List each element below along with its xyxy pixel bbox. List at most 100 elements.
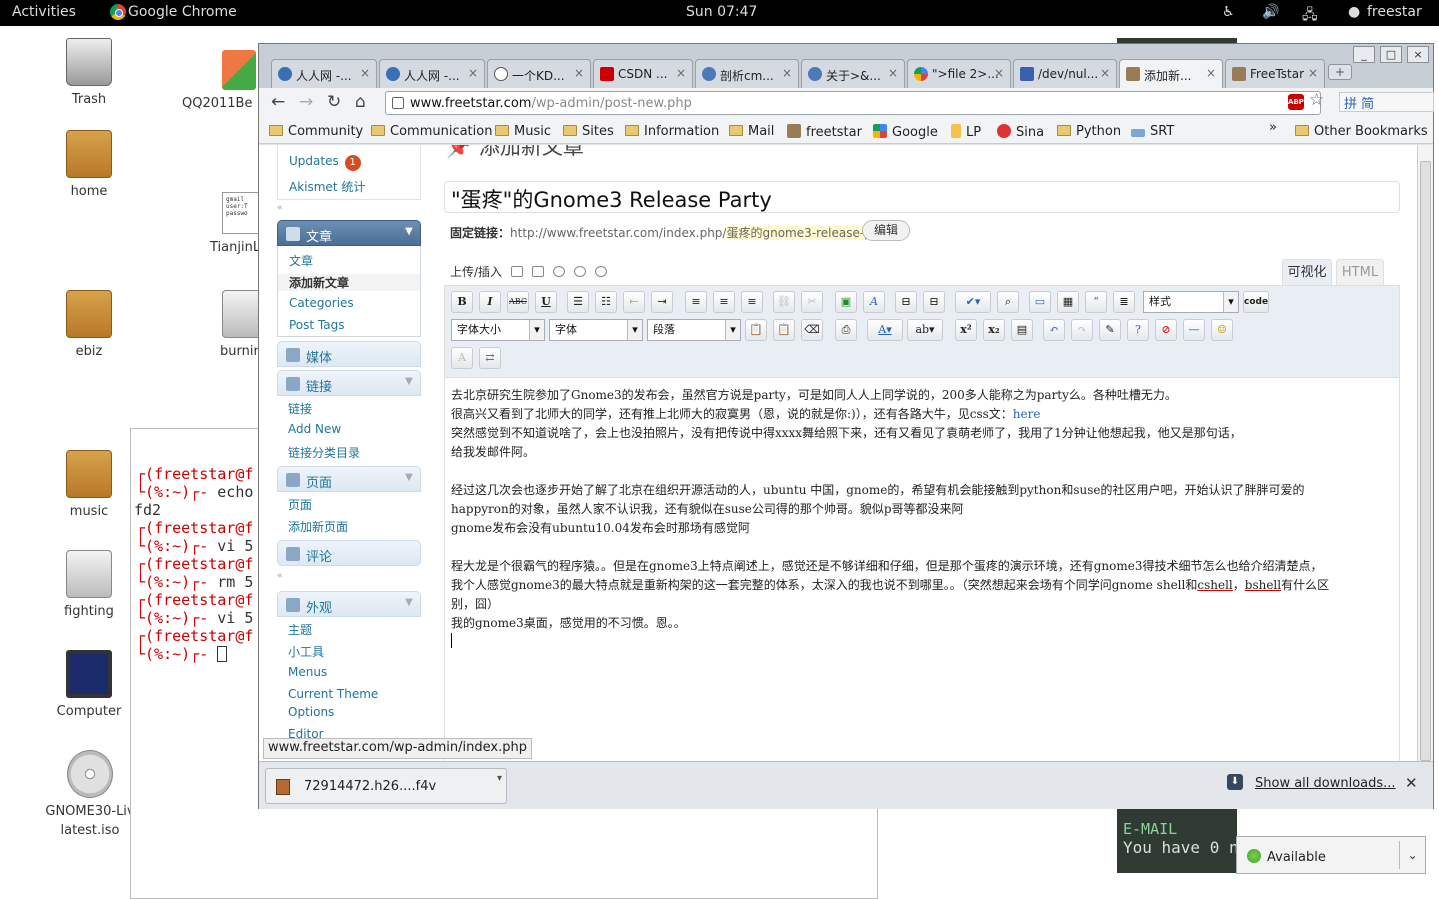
close-tab-icon[interactable]: ×	[1206, 66, 1216, 80]
bullet-list-icon[interactable]: ☰	[567, 291, 589, 313]
font-family-select[interactable]: 字体	[549, 319, 643, 341]
menu-updates[interactable]: Updates 1	[289, 154, 361, 171]
submenu-item[interactable]: Categories	[289, 296, 354, 310]
menu-akismet[interactable]: Akismet 统计	[289, 178, 365, 195]
close-window-button[interactable]: ×	[1407, 46, 1429, 63]
tab-active[interactable]: 添加新... ×	[1119, 59, 1223, 88]
desktop-icon-fighting[interactable]: fighting	[34, 550, 144, 619]
chevron-down-icon[interactable]: ⌄	[1399, 841, 1425, 869]
user-status-icon[interactable]: ●	[1348, 4, 1360, 20]
bookmark-link[interactable]: SRT	[1131, 124, 1174, 139]
font-color-icon[interactable]: A	[451, 347, 473, 369]
fullscreen-icon[interactable]: ▭	[1029, 291, 1051, 313]
bookmark-folder[interactable]: Information	[625, 124, 719, 139]
desktop-icon-qq[interactable]: QQ2011Be	[168, 50, 264, 111]
close-tab-icon[interactable]: ×	[574, 66, 584, 80]
tab[interactable]: FreeTstar ×	[1225, 59, 1325, 88]
bold-button[interactable]: B	[451, 291, 473, 313]
menu-posts[interactable]: 文章 ▼	[277, 220, 421, 246]
spellcheck-icon[interactable]: ✔▾	[955, 291, 991, 313]
tab[interactable]: 剖析cm... ×	[695, 59, 799, 88]
bookmark-link[interactable]: freetstar	[787, 124, 862, 140]
submenu-item[interactable]: Current Theme	[288, 687, 378, 701]
insert-more-icon[interactable]: ⊟	[895, 291, 917, 313]
close-tab-icon[interactable]: ×	[782, 66, 792, 80]
desktop-icon-ebiz[interactable]: ebiz	[34, 290, 144, 359]
menu-collapse-icon[interactable]: «	[277, 203, 421, 215]
bookmark-folder[interactable]: Mail	[729, 124, 774, 139]
menu-pages[interactable]: 页面 ▼	[277, 466, 421, 492]
page-break-icon[interactable]: ⊟	[923, 291, 945, 313]
close-tab-icon[interactable]: ×	[1100, 66, 1110, 80]
tab-html[interactable]: HTML	[1336, 259, 1384, 286]
user-menu[interactable]: freestar	[1367, 4, 1422, 20]
redo-icon[interactable]: ↷	[1071, 319, 1093, 341]
submenu-item[interactable]: 小工具	[288, 643, 324, 660]
bookmarks-overflow[interactable]: »	[1269, 120, 1277, 135]
edit-css-icon[interactable]: ✎	[1099, 319, 1121, 341]
close-tab-icon[interactable]: ×	[994, 66, 1004, 80]
bookmark-folder[interactable]: Music	[495, 124, 551, 139]
bookmark-folder[interactable]: Sites	[563, 124, 614, 139]
insert-image-icon[interactable]: ▣	[835, 291, 857, 313]
font-size-select[interactable]: 字体大小	[451, 319, 545, 341]
desktop-icon-trash[interactable]: Trash	[34, 38, 144, 107]
subscript-button[interactable]: x₂	[983, 319, 1005, 341]
paste-text-icon[interactable]: 📋	[745, 319, 767, 341]
numbered-list-icon[interactable]: ☷	[595, 291, 617, 313]
menu-comments[interactable]: 评论	[277, 540, 421, 566]
submenu-item[interactable]: Post Tags	[289, 318, 345, 332]
align-left-icon[interactable]: ≡	[685, 291, 707, 313]
submenu-item[interactable]: 文章	[289, 252, 313, 269]
back-icon[interactable]: ←	[271, 92, 285, 112]
desktop-icon-tianjin[interactable]: gmail user:T passwo TianjinL	[190, 192, 262, 255]
close-tab-icon[interactable]: ×	[1308, 66, 1318, 80]
submenu-item[interactable]: Menus	[288, 665, 327, 679]
smiley-icon[interactable]: ☺	[1211, 319, 1233, 341]
app-menu[interactable]: Google Chrome	[128, 4, 237, 20]
accessibility-icon[interactable]: ♿	[1222, 4, 1235, 20]
tab[interactable]: 人人网 -... ×	[379, 59, 485, 88]
text-direction-icon[interactable]: ⇄	[479, 347, 501, 369]
show-all-downloads-link[interactable]: Show all downloads...	[1255, 776, 1396, 791]
bookmark-link[interactable]: LP	[951, 124, 981, 140]
post-title-input[interactable]: "蛋疼"的Gnome3 Release Party	[444, 181, 1400, 213]
text-color-icon[interactable]: A▾	[867, 319, 903, 341]
find-icon[interactable]: ⌕	[997, 291, 1019, 313]
reload-icon[interactable]: ↻	[327, 92, 341, 112]
kitchen-sink-icon[interactable]: ▦	[1057, 291, 1079, 313]
add-media-icon[interactable]	[574, 266, 587, 277]
ime-toolbar[interactable]: 拼 简	[1339, 92, 1434, 112]
network-icon[interactable]: 🖧	[1302, 4, 1318, 28]
add-polldaddy-icon[interactable]	[595, 266, 608, 277]
edit-permalink-button[interactable]: 编辑	[862, 220, 910, 241]
add-video-icon[interactable]	[532, 266, 545, 277]
print-icon[interactable]: ⎙	[835, 319, 857, 341]
tab-visual[interactable]: 可视化	[1282, 259, 1332, 286]
tab[interactable]: 关于>&... ×	[801, 59, 905, 88]
submenu-item[interactable]: 页面	[288, 496, 312, 513]
italic-button[interactable]: I	[479, 291, 501, 313]
paragraph-select[interactable]: 段落	[647, 319, 741, 341]
desktop-icon-home[interactable]: home	[34, 130, 144, 199]
outdent-icon[interactable]: ⇤	[623, 291, 645, 313]
close-icon[interactable]: ✕	[1405, 774, 1418, 792]
download-item[interactable]: 72914472.h26....f4v ▾	[265, 768, 507, 804]
help-icon[interactable]: ?	[1127, 319, 1149, 341]
submenu-item[interactable]: 添加新页面	[288, 518, 348, 535]
new-tab-button[interactable]: +	[1328, 64, 1352, 80]
volume-icon[interactable]: 🔊	[1262, 4, 1279, 20]
here-link[interactable]: here	[1013, 407, 1041, 421]
clock[interactable]: Sun 07:47	[686, 4, 757, 20]
tab[interactable]: 一个KD... ×	[487, 59, 591, 88]
font-style-icon[interactable]: A	[863, 291, 885, 313]
code-button[interactable]: code	[1243, 291, 1269, 313]
indent-icon[interactable]: ⇥	[651, 291, 673, 313]
blockquote-icon[interactable]: “	[1085, 291, 1107, 313]
desktop-icon-burnin[interactable]: burnin	[200, 290, 262, 359]
close-tab-icon[interactable]: ×	[676, 66, 686, 80]
forward-icon[interactable]: →	[299, 92, 313, 112]
activities-button[interactable]: Activities	[12, 4, 76, 20]
menu-appearance[interactable]: 外观 ▼	[277, 591, 421, 617]
underline-button[interactable]: U	[535, 291, 557, 313]
